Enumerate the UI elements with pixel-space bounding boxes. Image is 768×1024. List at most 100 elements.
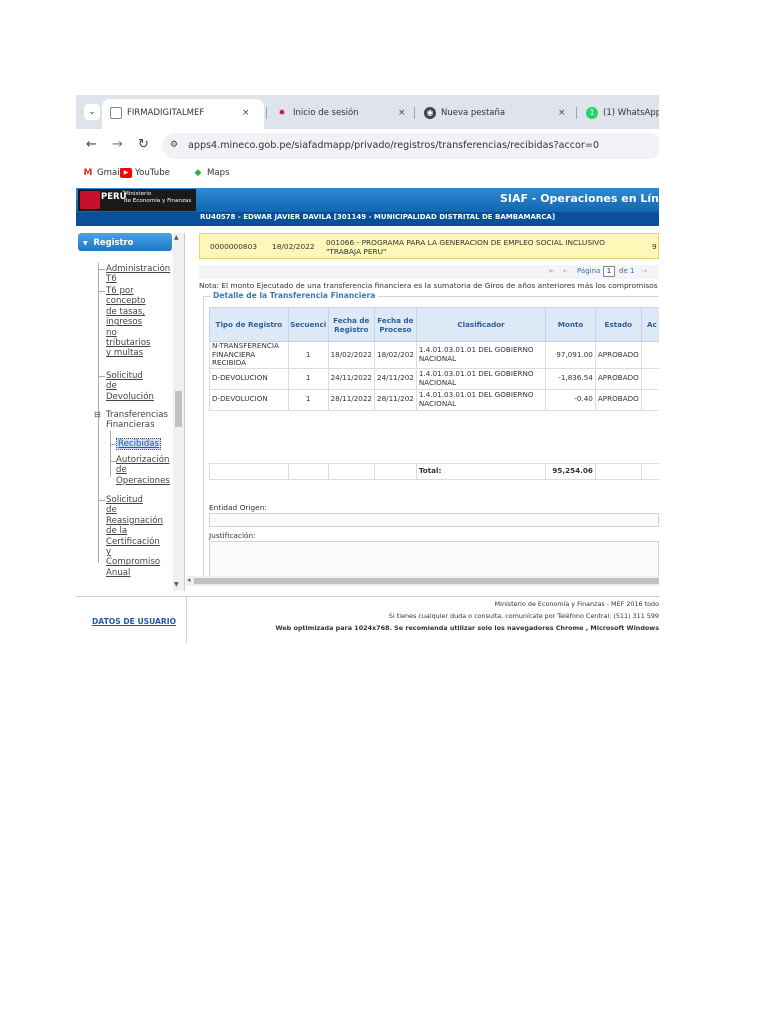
col-estado[interactable]: Estado [594,307,642,342]
col-fecha-proceso[interactable]: Fecha de Proceso [374,307,417,342]
first-page-icon[interactable]: ⇤ [549,267,555,275]
maps-icon: ◆ [194,167,202,178]
justificacion-label: Justificación: [209,531,256,540]
app-title: SIAF - Operaciones en Lín [499,192,659,205]
tab-nueva-pestana[interactable]: ◉ Nueva pestaña × [416,101,576,125]
cell-tipo: D-DEVOLUCION [209,367,289,390]
datos-usuario-link[interactable]: DATOS DE USUARIO [92,617,176,626]
back-icon[interactable]: ← [86,137,97,152]
record-number: 0000000803 [210,242,258,251]
justificacion-field[interactable] [209,541,659,581]
tree-line [110,431,111,477]
tab-search-button[interactable]: ⌄ [84,104,100,120]
total-value: 95,254.06 [545,462,596,480]
chevron-down-icon: ⌄ [88,107,96,117]
cell-fecha-proceso: 28/11/202 [374,388,417,411]
col-acciones[interactable]: Ac [640,307,659,342]
cell-fecha-proceso: 18/02/202 [374,341,417,369]
record-extra: 9 [652,242,657,251]
sidebar-header-label: Registro [93,237,134,247]
user-info: RU40578 - EDWAR JAVIER DAVILA [301149 - … [200,213,556,221]
cell-estado: APROBADO [594,388,642,411]
col-tipo[interactable]: Tipo de Registro [209,307,289,342]
forward-icon[interactable]: → [112,137,123,152]
tab-whatsapp[interactable]: 1 (1) WhatsApp [578,101,659,125]
close-tab-icon[interactable]: × [398,101,406,125]
sidebar-header-registro[interactable]: ▼ Registro [78,233,172,251]
bookmark-youtube[interactable]: ▶ YouTube [120,166,170,180]
page-input[interactable]: 1 [603,266,615,277]
cell-clasificador: 1.4.01.03.01.01 DEL GOBIERNO NACIONAL [415,367,547,390]
tab-bar: ⌄ FIRMADIGITALMEF × ✹ Inicio de sesión × … [76,95,659,129]
footer-line1: Ministerio de Economía y Finanzas - MEF … [494,600,659,608]
detail-title: Detalle de la Transferencia Financiera [210,291,379,300]
cell-acciones[interactable] [640,367,659,390]
peru-emblem-icon: ✹ [278,107,286,117]
sidebar: ▼ Registro ▲ ▼ Administración T6 T6 por co… [76,233,185,591]
cell-tipo: N-TRANSFERENCIA FINANCIERA RECIBIDA [209,341,289,369]
cell-secuencia: 1 [287,341,329,369]
close-tab-icon[interactable]: × [558,101,566,125]
col-clasificador[interactable]: Clasificador [415,307,547,342]
site-settings-icon[interactable]: ⚙ [170,140,178,150]
sidebar-item-transferencias[interactable]: Transferencias Financieras [106,410,168,431]
sidebar-item-solicitud-reasignacion[interactable]: Solicitud de Reasignación de la Certificació… [106,495,163,578]
table-empty-area [209,409,659,464]
table-row[interactable]: D-DEVOLUCION 1 24/11/2022 24/11/202 1.4.… [209,367,659,390]
reload-icon[interactable]: ↻ [138,137,149,152]
cell-acciones[interactable] [640,388,659,411]
sidebar-item-recibidas[interactable]: Recibidas [116,438,162,451]
mef-logo: PERÚ Ministerio de Economía y Finanzas [78,189,196,211]
horizontal-scrollbar[interactable]: ◂ [186,576,659,586]
scroll-left-icon[interactable]: ◂ [187,576,191,584]
bookmark-maps[interactable]: ◆ Maps [192,166,230,180]
sidebar-item-t6-concepto[interactable]: T6 por concepto de tasas, ingresos no tributa… [106,286,150,359]
tab-separator [414,107,415,119]
tab-label: Nueva pestaña [441,108,506,118]
next-page-icon[interactable]: ⇢ [641,267,647,275]
scroll-down-icon[interactable]: ▼ [174,581,179,588]
col-monto[interactable]: Monto [545,307,596,342]
horizontal-scroll-thumb[interactable] [194,578,659,584]
sidebar-item-administracion-t6[interactable]: Administración T6 [106,264,170,285]
cell-fecha-registro: 24/11/2022 [327,367,376,390]
whatsapp-icon: 1 [586,106,598,119]
tab-label: Inicio de sesión [293,108,359,118]
cell-fecha-registro: 28/11/2022 [327,388,376,411]
gmail-icon: M [83,167,93,178]
tab-firmadigital[interactable]: FIRMADIGITALMEF × [102,99,264,129]
tree-branch [98,500,105,501]
cell-secuencia: 1 [287,388,329,411]
logo-country: PERÚ [101,192,127,202]
table-row[interactable]: N-TRANSFERENCIA FINANCIERA RECIBIDA 1 18… [209,341,659,369]
prev-page-icon[interactable]: ⇠ [563,267,569,275]
cell-secuencia: 1 [287,367,329,390]
entidad-origen-field[interactable] [209,513,659,527]
cell-estado: APROBADO [594,367,642,390]
logo-ministry-line1: Ministerio [124,191,152,197]
url-text[interactable]: apps4.mineco.gob.pe/siafadmapp/privado/r… [188,133,599,159]
scroll-up-icon[interactable]: ▲ [174,234,179,241]
sidebar-item-solicitud-devolucion[interactable]: Solicitud de Devolución [106,371,154,402]
cell-monto: -0.40 [545,388,596,411]
footer-line3: Web optimizada para 1024x768. Se recomie… [275,624,659,632]
sidebar-scroll-thumb[interactable] [175,391,182,427]
cell-monto: -1,836.54 [545,367,596,390]
close-tab-icon[interactable]: × [242,99,250,127]
bookmark-gmail[interactable]: M Gmail [82,166,123,180]
sidebar-item-autorizacion[interactable]: Autorización de Operaciones [116,455,170,486]
table-row[interactable]: D-DEVOLUCION 1 28/11/2022 28/11/202 1.4.… [209,388,659,411]
siaf-page: PERÚ Ministerio de Economía y Finanzas SI… [76,188,659,643]
cell-clasificador: 1.4.01.03.01.01 DEL GOBIERNO NACIONAL [415,388,547,411]
collapse-icon[interactable]: ⊟ [94,410,101,420]
tab-inicio-sesion[interactable]: ✹ Inicio de sesión × [268,101,412,125]
footer-line2: Si tienes cualquier duda o consulta, com… [388,612,659,620]
table-header-row: Tipo de Registro Secuenci Fecha de Regis… [209,307,659,342]
logo-ministry: Ministerio de Economía y Finanzas [124,191,191,205]
chrome-icon: ◉ [424,106,436,119]
cell-acciones[interactable] [640,341,659,369]
url-field[interactable]: ⚙ apps4.mineco.gob.pe/siafadmapp/privado… [162,133,659,159]
total-label: Total: [415,462,547,480]
col-fecha-registro[interactable]: Fecha de Registro [327,307,376,342]
col-secuencia[interactable]: Secuenci [287,307,329,342]
